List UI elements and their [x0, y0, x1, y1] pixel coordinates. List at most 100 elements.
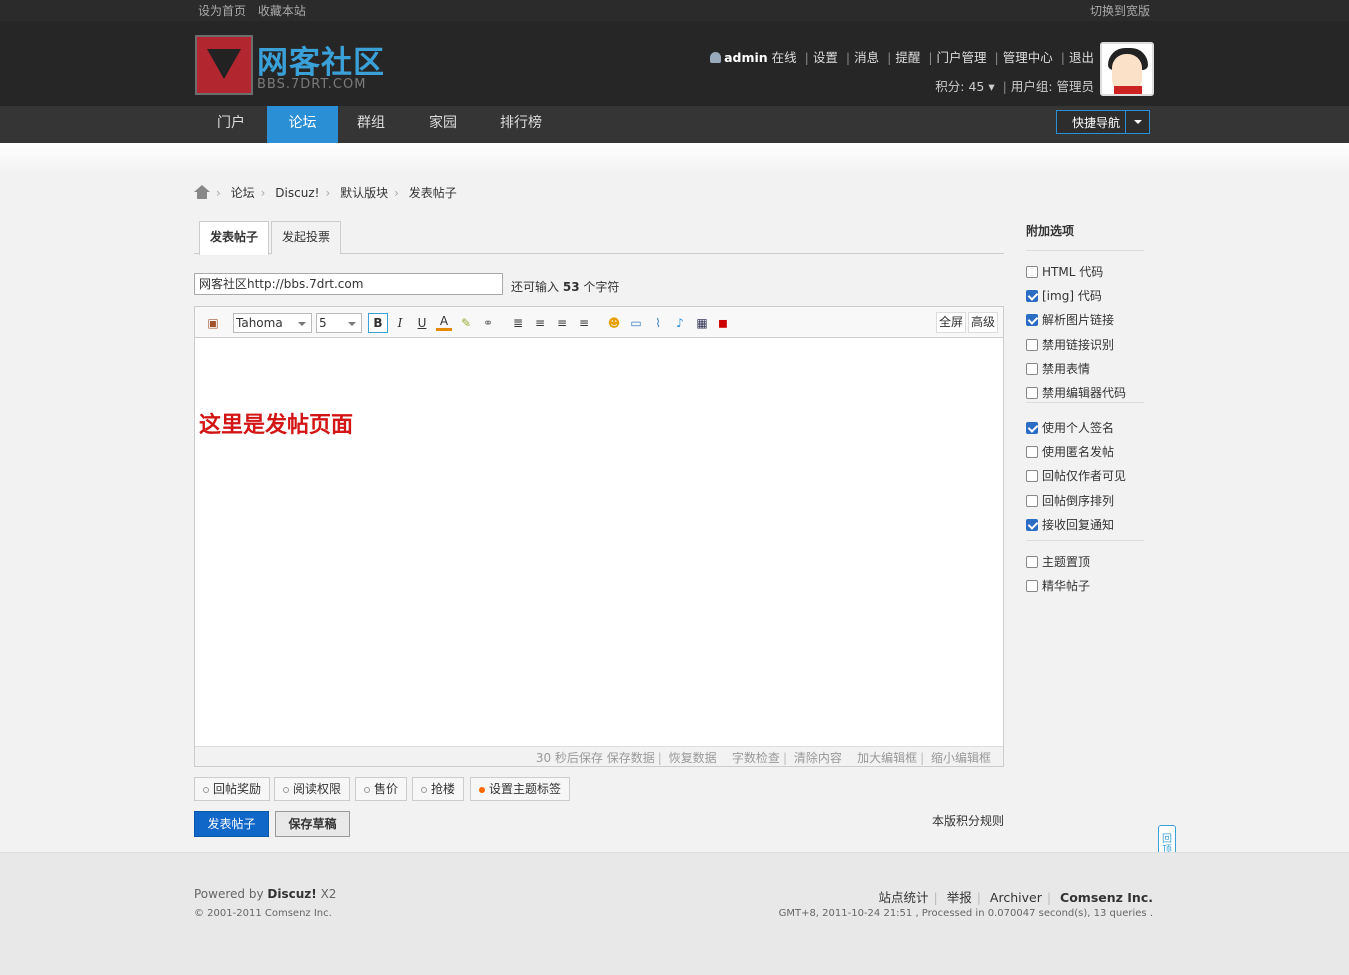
editor-content[interactable]: 这里是发帖页面	[199, 407, 353, 439]
checkbox[interactable]	[1026, 446, 1038, 459]
nav-ranking[interactable]: 排行榜	[484, 106, 558, 143]
avatar[interactable]	[1100, 42, 1154, 96]
save-draft-button[interactable]: 保存草稿	[275, 811, 350, 837]
chevron-down-icon[interactable]	[1125, 111, 1149, 133]
site-stats-link[interactable]: 站点统计	[878, 890, 928, 905]
checkbox[interactable]	[1026, 314, 1038, 327]
tab-new-thread[interactable]: 发表帖子	[199, 221, 270, 255]
breadcrumb-board[interactable]: 默认版块	[340, 186, 388, 200]
enlarge-editor-link[interactable]: 加大编辑框	[857, 751, 917, 765]
option-group1-2[interactable]: 解析图片链接	[1026, 311, 1114, 329]
set-home-link[interactable]: 设为首页	[198, 4, 246, 18]
tab-new-poll[interactable]: 发起投票	[271, 221, 342, 254]
reply-reward-button[interactable]: 回帖奖励	[194, 777, 271, 801]
option-label: 使用个人签名	[1042, 421, 1115, 435]
align-left-icon[interactable]: ≡	[532, 315, 548, 331]
subject-input[interactable]: 网客社区http://bbs.7drt.com	[194, 273, 503, 295]
nav-portal[interactable]: 门户	[196, 106, 266, 143]
admin-center-link[interactable]: 管理中心	[1003, 50, 1053, 65]
quick-nav-button[interactable]: 快捷导航	[1056, 110, 1150, 134]
caret-down-icon[interactable]: ▾	[984, 79, 994, 94]
username-link[interactable]: admin	[724, 50, 768, 65]
size-select[interactable]: 5	[316, 313, 362, 333]
word-count-link[interactable]: 字数检查	[732, 751, 780, 765]
logout-link[interactable]: 退出	[1069, 50, 1094, 65]
breadcrumb-forum[interactable]: 论坛	[231, 186, 255, 200]
align-right-icon[interactable]: ≡	[576, 315, 592, 331]
advanced-button[interactable]: 高级	[968, 312, 999, 333]
nav-home[interactable]: 家园	[410, 106, 476, 143]
checkbox[interactable]	[1026, 556, 1038, 568]
checkbox[interactable]	[1026, 338, 1038, 351]
underline-icon[interactable]: U	[414, 315, 430, 331]
font-color-icon[interactable]: A	[436, 315, 452, 331]
checkbox[interactable]	[1026, 387, 1038, 399]
set-tags-button[interactable]: 设置主题标签	[470, 777, 571, 801]
option-group2-0[interactable]: 使用个人签名	[1026, 419, 1114, 437]
online-status[interactable]: 在线	[772, 50, 797, 65]
home-icon[interactable]	[194, 185, 210, 199]
shrink-editor-link[interactable]: 缩小编辑框	[931, 751, 991, 765]
font-select[interactable]: Tahoma	[233, 313, 312, 333]
portal-admin-link[interactable]: 门户管理	[937, 50, 987, 65]
option-group2-3[interactable]: 回帖倒序排列	[1026, 492, 1114, 510]
nav-groups[interactable]: 群组	[338, 106, 404, 143]
option-group3-1[interactable]: 精华帖子	[1026, 577, 1090, 595]
restore-data-link[interactable]: 恢复数据	[669, 751, 717, 765]
italic-icon[interactable]: I	[392, 315, 408, 331]
breadcrumb-discuz[interactable]: Discuz!	[275, 186, 319, 200]
clear-content-link[interactable]: 清除内容	[794, 751, 842, 765]
archiver-link[interactable]: Archiver	[990, 890, 1042, 905]
checkbox[interactable]	[1026, 266, 1038, 278]
bookmark-link[interactable]: 收藏本站	[258, 4, 306, 18]
video-icon[interactable]: ▦	[694, 315, 710, 331]
checkbox[interactable]	[1026, 362, 1038, 375]
settings-link[interactable]: 设置	[813, 50, 838, 65]
link-icon[interactable]: ⚭	[480, 315, 496, 331]
highlight-icon[interactable]: ✎	[458, 315, 474, 331]
fullscreen-button[interactable]: 全屏	[936, 312, 967, 333]
checkbox[interactable]	[1026, 494, 1038, 507]
checkbox[interactable]	[1026, 580, 1038, 593]
option-group1-0[interactable]: HTML 代码	[1026, 263, 1103, 281]
bold-icon[interactable]: B	[368, 313, 388, 333]
score-dropdown[interactable]: 积分: 45	[935, 79, 984, 94]
option-group2-4[interactable]: 接收回复通知	[1026, 516, 1114, 534]
post-button[interactable]: 发表帖子	[194, 811, 269, 837]
report-link[interactable]: 举报	[947, 890, 972, 905]
option-group2-2[interactable]: 回帖仅作者可见	[1026, 467, 1126, 485]
price-button[interactable]: 售价	[355, 777, 408, 801]
attachment-icon[interactable]: ⌇	[650, 315, 666, 331]
align-justify-icon[interactable]: ≣	[510, 315, 526, 331]
image-icon[interactable]: ▭	[628, 315, 644, 331]
discuz-link[interactable]: Discuz!	[267, 887, 316, 901]
company-link[interactable]: Comsenz Inc.	[1060, 890, 1153, 905]
switch-wide-link[interactable]: 切换到宽版	[1090, 2, 1150, 19]
autosave-status: 30 秒后保存	[535, 751, 603, 765]
site-logo[interactable]: 网客社区 BBS.7DRT.COM	[195, 35, 385, 97]
checkbox[interactable]	[1026, 470, 1038, 483]
messages-link[interactable]: 消息	[854, 50, 879, 65]
option-group1-1[interactable]: [img] 代码	[1026, 287, 1102, 305]
audio-icon[interactable]: ♪	[672, 315, 688, 331]
user-group[interactable]: 用户组: 管理员	[1011, 79, 1094, 94]
paste-icon[interactable]: ▣	[205, 315, 221, 331]
option-group1-4[interactable]: 禁用表情	[1026, 360, 1090, 378]
flash-icon[interactable]: ◼	[715, 315, 731, 331]
option-group1-3[interactable]: 禁用链接识别	[1026, 336, 1114, 354]
checkbox[interactable]	[1026, 518, 1038, 531]
option-group2-1[interactable]: 使用匿名发帖	[1026, 443, 1114, 461]
option-group1-5[interactable]: 禁用编辑器代码	[1026, 384, 1126, 402]
smiley-icon[interactable]: ☻	[606, 315, 622, 331]
checkbox[interactable]	[1026, 422, 1038, 434]
save-data-link[interactable]: 保存数据	[607, 751, 655, 765]
read-permission-button[interactable]: 阅读权限	[274, 777, 351, 801]
option-group3-0[interactable]: 主题置顶	[1026, 553, 1090, 571]
remaining-chars: 还可输入 53 个字符	[511, 280, 620, 294]
grab-floor-button[interactable]: 抢楼	[412, 777, 465, 801]
notices-link[interactable]: 提醒	[895, 50, 920, 65]
nav-forum[interactable]: 论坛	[267, 106, 338, 143]
credit-rules-link[interactable]: 本版积分规则	[932, 812, 1004, 829]
checkbox[interactable]	[1026, 290, 1038, 303]
align-center-icon[interactable]: ≡	[554, 315, 570, 331]
